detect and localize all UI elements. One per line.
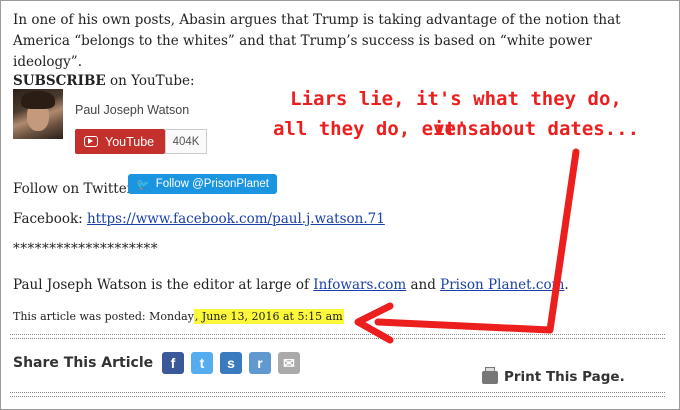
annotation-arrow	[354, 148, 580, 344]
